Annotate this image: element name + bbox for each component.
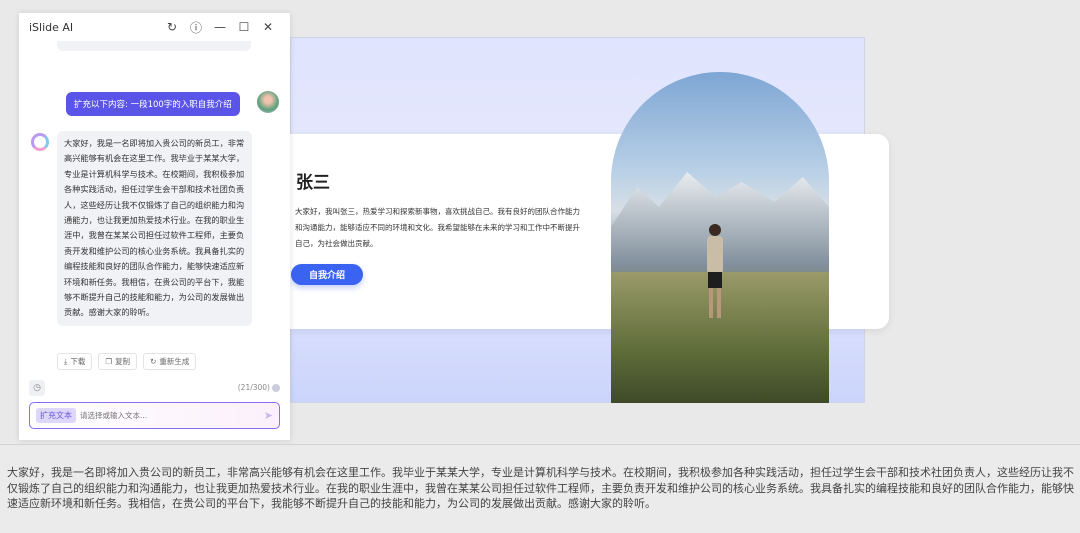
self-intro-button: 自我介绍 <box>291 264 363 285</box>
char-count-text: (21/300) <box>237 383 270 392</box>
maximize-icon[interactable]: ☐ <box>232 20 256 34</box>
copy-button[interactable]: ❐ 复制 <box>98 353 138 370</box>
download-label: 下载 <box>70 357 86 366</box>
chat-input[interactable] <box>80 411 260 420</box>
minimize-icon[interactable]: — <box>208 20 232 34</box>
regenerate-icon: ↻ <box>150 357 157 366</box>
char-count: (21/300) <box>238 383 280 392</box>
download-button[interactable]: ⤓ 下载 <box>57 353 93 370</box>
slide-description: 大家好，我叫张三，热爱学习和探索新事物，喜欢挑战自己。我有良好的团队合作能力和沟… <box>295 207 580 248</box>
ai-message: 大家好，我是一名即将加入贵公司的新员工，非常高兴能够有机会在这里工作。我毕业于某… <box>57 131 252 326</box>
user-avatar <box>257 91 279 113</box>
title-bar: iSlide AI ↻ ⓘ — ☐ ✕ <box>19 13 290 41</box>
regenerate-button[interactable]: ↻ 重新生成 <box>143 353 197 370</box>
help-icon[interactable]: ⓘ <box>184 19 208 36</box>
regenerate-label: 重新生成 <box>159 357 190 366</box>
send-icon[interactable]: ➤ <box>264 409 273 422</box>
user-message: 扩充以下内容: 一段100字的入职自我介绍 <box>66 92 240 116</box>
ai-logo-icon <box>31 133 49 151</box>
download-icon: ⤓ <box>64 356 68 366</box>
notes-text[interactable]: 大家好，我是一名即将加入贵公司的新员工，非常高兴能够有机会在这里工作。我毕业于某… <box>0 444 1080 533</box>
close-icon[interactable]: ✕ <box>256 20 280 34</box>
copy-label: 复制 <box>115 357 131 366</box>
panel-title: iSlide AI <box>29 20 74 34</box>
islide-ai-panel: iSlide AI ↻ ⓘ — ☐ ✕ 扩充以下内容: 一段100字的入职自我介… <box>19 13 290 440</box>
copy-icon: ❐ <box>105 357 113 366</box>
expand-text-tag[interactable]: 扩充文本 <box>36 408 76 423</box>
mountain-photo <box>611 72 829 403</box>
refresh-icon[interactable]: ↻ <box>160 20 184 34</box>
previous-message <box>57 41 251 51</box>
chat-input-box[interactable]: 扩充文本 ➤ <box>29 402 280 429</box>
history-icon[interactable]: ◷ <box>29 380 45 396</box>
slide-name: 张三 <box>296 173 330 193</box>
info-icon <box>272 384 280 392</box>
